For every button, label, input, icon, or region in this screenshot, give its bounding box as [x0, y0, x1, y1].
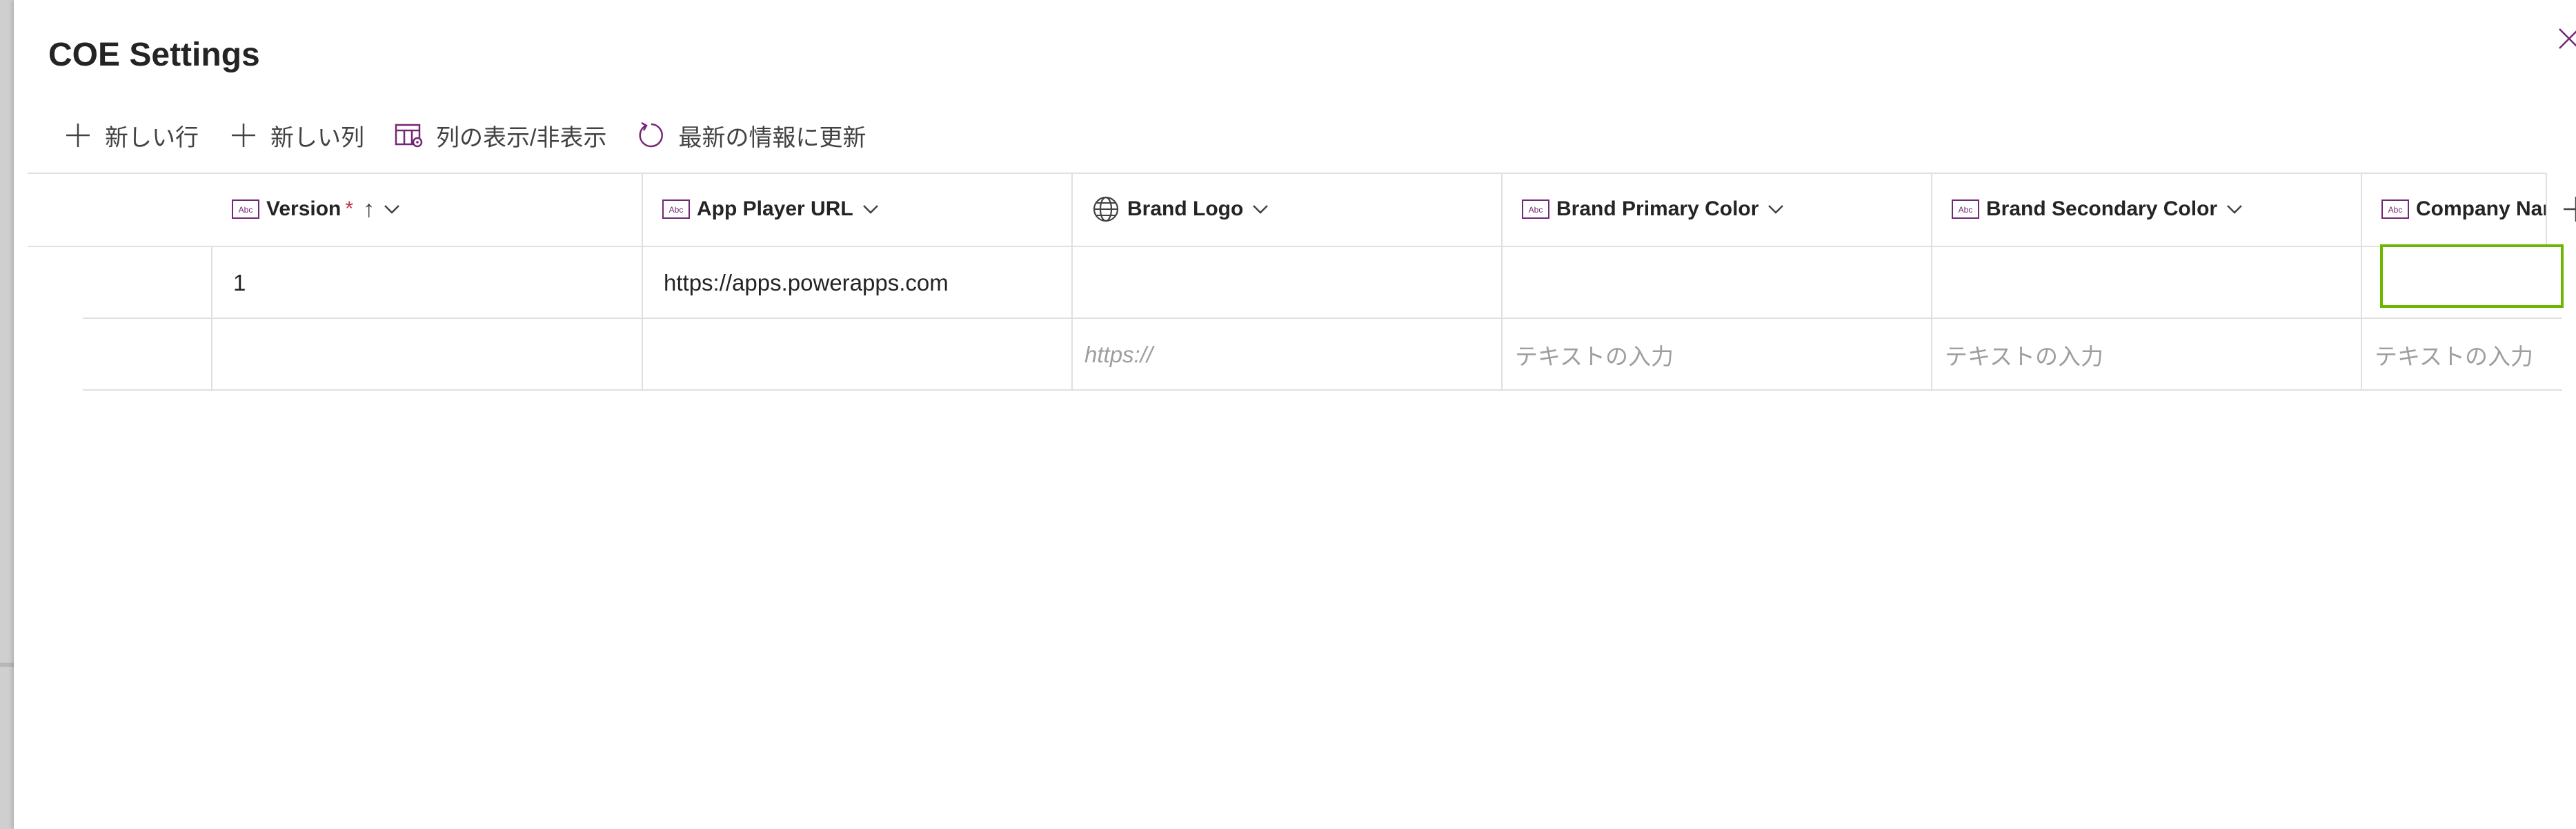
new-row-company-name-input[interactable]: テキストの入力 — [2375, 319, 2562, 391]
column-header-version[interactable]: Abc Version * ↑ — [232, 173, 632, 246]
new-column-label: 新しい列 — [270, 124, 364, 151]
column-divider — [1071, 173, 1073, 391]
globe-icon — [1091, 195, 1120, 224]
add-column-button[interactable] — [2546, 173, 2576, 246]
chevron-down-icon — [1767, 203, 1785, 215]
cell-version[interactable]: 1 — [233, 247, 633, 319]
column-header-brand-primary-color[interactable]: Abc Brand Primary Color — [1522, 173, 1922, 246]
cell-brand-primary-color[interactable] — [1523, 247, 1923, 319]
column-divider — [642, 173, 643, 391]
column-options-icon — [393, 119, 425, 151]
column-header-brand-logo[interactable]: Brand Logo — [1091, 173, 1492, 246]
chevron-down-icon — [2226, 203, 2243, 215]
close-button[interactable] — [2555, 19, 2576, 61]
new-column-button[interactable]: 新しい列 — [228, 110, 364, 160]
new-row-version[interactable] — [233, 319, 633, 391]
column-header-company-name[interactable]: Abc Company Nar — [2381, 173, 2562, 246]
chevron-down-icon — [1251, 203, 1269, 215]
show-hide-columns-label: 列の表示/非表示 — [436, 124, 607, 151]
text-field-icon: Abc — [1522, 199, 1549, 219]
svg-text:Abc: Abc — [239, 205, 253, 215]
refresh-button[interactable]: 最新の情報に更新 — [635, 110, 866, 160]
command-bar: 新しい行 新しい列 列の表示/非表示 最新の情報に更新 — [62, 110, 895, 160]
show-hide-columns-button[interactable]: 列の表示/非表示 — [393, 110, 606, 160]
required-marker: * — [345, 197, 354, 220]
column-divider — [211, 246, 212, 391]
text-field-icon: Abc — [232, 199, 259, 219]
svg-text:Abc: Abc — [2388, 205, 2403, 215]
cell-brand-secondary-color[interactable] — [1953, 247, 2353, 319]
column-header-brand-secondary-color[interactable]: Abc Brand Secondary Color — [1952, 173, 2352, 246]
new-row-brand-secondary-color-input[interactable]: テキストの入力 — [1945, 319, 2345, 391]
text-field-icon: Abc — [662, 199, 690, 219]
cell-company-name-selected[interactable] — [2380, 244, 2564, 308]
svg-text:Abc: Abc — [669, 205, 684, 215]
refresh-label: 最新の情報に更新 — [678, 124, 866, 151]
close-icon — [2559, 28, 2576, 49]
new-row-brand-logo-input[interactable]: https:// — [1084, 319, 1485, 391]
sort-ascending-icon: ↑ — [363, 195, 375, 222]
new-row-brand-primary-color-input[interactable]: テキストの入力 — [1515, 319, 1915, 391]
data-grid: Abc Version * ↑ Abc App Player URL Brand… — [28, 173, 2576, 393]
svg-text:Abc: Abc — [1529, 205, 1543, 215]
column-divider — [2361, 173, 2362, 391]
new-row-app-player-url[interactable] — [664, 319, 1064, 391]
column-divider — [1501, 173, 1503, 391]
coe-settings-dialog: COE Settings 新しい行 新しい列 列の表示/非表示 最新の情報に更新… — [14, 0, 2576, 829]
new-row-button[interactable]: 新しい行 — [62, 110, 199, 160]
plus-icon — [2564, 197, 2576, 222]
dialog-title: COE Settings — [48, 37, 260, 73]
chevron-down-icon — [383, 203, 401, 215]
cell-brand-logo[interactable] — [1093, 247, 1493, 319]
text-field-icon: Abc — [1952, 199, 1979, 219]
plus-icon — [62, 119, 94, 151]
column-header-app-player-url[interactable]: Abc App Player URL — [662, 173, 1062, 246]
new-row-label: 新しい行 — [105, 124, 199, 151]
refresh-icon — [635, 119, 667, 151]
svg-text:Abc: Abc — [1959, 205, 1973, 215]
plus-icon — [228, 119, 259, 151]
chevron-down-icon — [862, 203, 880, 215]
text-field-icon: Abc — [2381, 199, 2409, 219]
cell-app-player-url[interactable]: https://apps.powerapps.com — [664, 247, 1064, 319]
column-divider — [1931, 173, 1932, 391]
